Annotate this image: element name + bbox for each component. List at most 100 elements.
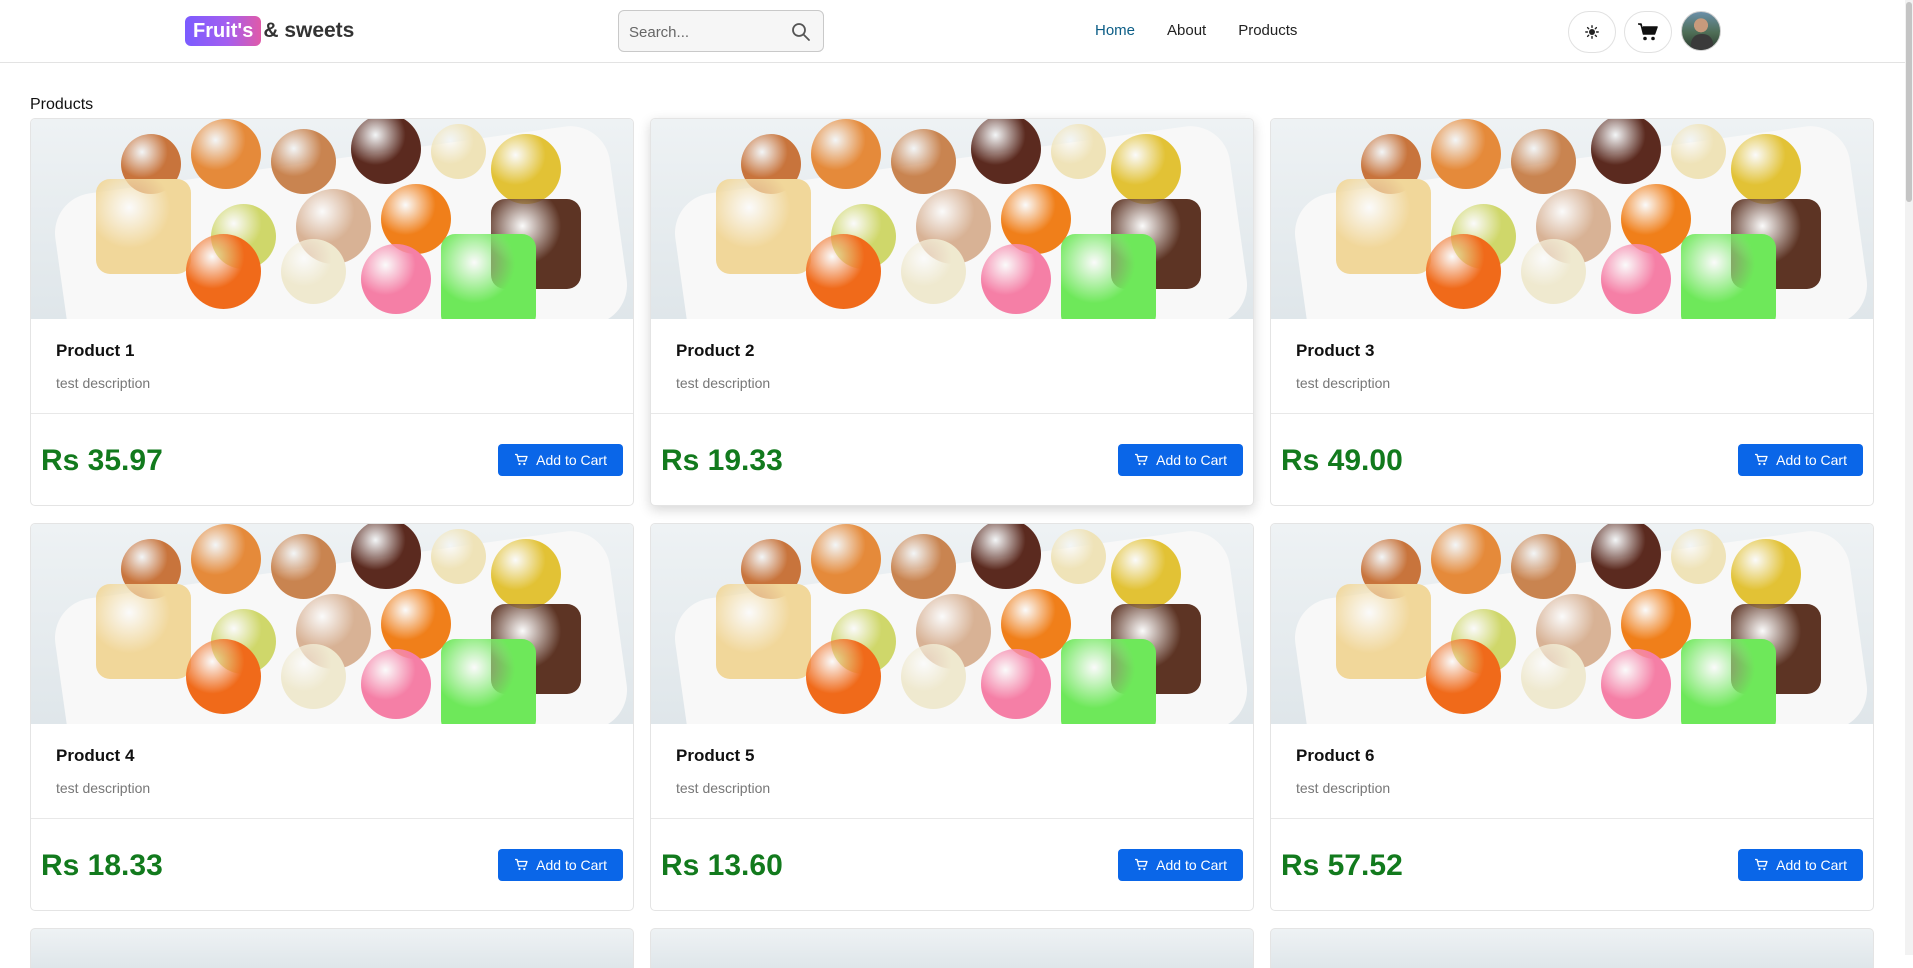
nav-about-link[interactable]: About [1167, 21, 1206, 41]
product-grid: Product 1 test description Rs 35.97 Add to … [30, 118, 1875, 911]
sweet-shape [716, 179, 811, 274]
sweet-shape [806, 639, 881, 714]
product-description: test description [56, 375, 151, 391]
cart-icon [1755, 453, 1768, 466]
search-icon[interactable] [791, 22, 811, 42]
sweet-shape [191, 524, 261, 594]
top-navbar: Fruit's & sweets Home About Products [0, 0, 1905, 63]
sweet-shape [191, 119, 261, 189]
sweet-shape [1681, 639, 1776, 724]
add-to-cart-label: Add to Cart [1776, 452, 1847, 468]
cart-icon [1135, 858, 1148, 871]
add-to-cart-label: Add to Cart [1776, 857, 1847, 873]
product-card[interactable]: Product 4 test description Rs 18.33 Add to … [30, 523, 634, 911]
sweet-shape [361, 244, 431, 314]
sun-icon [1585, 25, 1599, 39]
product-card[interactable]: Product 1 test description Rs 35.97 Add to … [30, 118, 634, 506]
product-card[interactable]: Product 2 test description Rs 19.33 Add to … [650, 118, 1254, 506]
add-to-cart-button[interactable]: Add to Cart [1118, 849, 1243, 881]
sweet-shape [811, 119, 881, 189]
sweet-shape [1521, 239, 1586, 304]
scrollbar-thumb[interactable] [1906, 2, 1912, 202]
sweet-shape [1431, 119, 1501, 189]
product-card-body: Product 2 test description [651, 319, 1253, 414]
nav-home-link[interactable]: Home [1095, 21, 1135, 41]
sweet-shape [1601, 244, 1671, 314]
sweet-shape [981, 649, 1051, 719]
product-card[interactable]: Product 3 test description Rs 49.00 Add to … [1270, 118, 1874, 506]
section-title: Products [30, 96, 94, 113]
product-card-body: Product 5 test description [651, 724, 1253, 819]
sweet-shape [1511, 534, 1576, 599]
product-card-image-partial [30, 928, 634, 968]
sweet-shape [1111, 539, 1181, 609]
product-price: Rs 13.60 [661, 849, 783, 882]
sweet-shape [491, 134, 561, 204]
sweet-shape [811, 524, 881, 594]
product-card-footer: Rs 57.52 Add to Cart [1271, 819, 1873, 910]
search-input[interactable] [629, 21, 789, 43]
product-card-footer: Rs 19.33 Add to Cart [651, 414, 1253, 505]
sweet-shape [891, 129, 956, 194]
product-image [651, 524, 1253, 724]
sweet-shape [1336, 179, 1431, 274]
sweet-shape [901, 239, 966, 304]
sweet-shape [431, 529, 486, 584]
cart-icon [515, 858, 528, 871]
theme-toggle-button[interactable] [1568, 11, 1616, 53]
nav-products-link[interactable]: Products [1238, 21, 1297, 41]
product-title: Product 4 [56, 746, 135, 765]
sweet-shape [271, 534, 336, 599]
add-to-cart-label: Add to Cart [1156, 452, 1227, 468]
sweet-shape [1336, 584, 1431, 679]
add-to-cart-button[interactable]: Add to Cart [1738, 444, 1863, 476]
add-to-cart-button[interactable]: Add to Cart [1738, 849, 1863, 881]
cart-button[interactable] [1624, 11, 1672, 53]
product-card-footer: Rs 18.33 Add to Cart [31, 819, 633, 910]
cart-icon [1755, 858, 1768, 871]
sweet-shape [1061, 639, 1156, 724]
add-to-cart-button[interactable]: Add to Cart [498, 849, 623, 881]
search-box [618, 10, 824, 52]
add-to-cart-label: Add to Cart [536, 857, 607, 873]
product-price: Rs 57.52 [1281, 849, 1403, 882]
product-price: Rs 19.33 [661, 444, 783, 477]
product-price: Rs 18.33 [41, 849, 163, 882]
sweet-shape [1051, 529, 1106, 584]
sweet-shape [1111, 134, 1181, 204]
product-description: test description [1296, 780, 1391, 796]
sweet-shape [491, 539, 561, 609]
product-description: test description [56, 780, 151, 796]
add-to-cart-button[interactable]: Add to Cart [1118, 444, 1243, 476]
sweet-shape [281, 644, 346, 709]
product-card[interactable]: Product 5 test description Rs 13.60 Add to … [650, 523, 1254, 911]
sweet-shape [1731, 539, 1801, 609]
product-card-footer: Rs 13.60 Add to Cart [651, 819, 1253, 910]
product-card[interactable]: Product 6 test description Rs 57.52 Add to … [1270, 523, 1874, 911]
sweet-shape [981, 244, 1051, 314]
user-avatar[interactable] [1681, 11, 1721, 51]
product-card-image-partial [1270, 928, 1874, 968]
product-image [31, 119, 633, 319]
sweet-shape [1051, 124, 1106, 179]
product-image [1271, 524, 1873, 724]
product-title: Product 3 [1296, 341, 1375, 360]
product-title: Product 2 [676, 341, 755, 360]
product-description: test description [676, 780, 771, 796]
sweet-shape [891, 534, 956, 599]
brand-logo[interactable]: Fruit's & sweets [185, 15, 354, 47]
sweet-shape [281, 239, 346, 304]
sweet-shape [1426, 639, 1501, 714]
product-description: test description [1296, 375, 1391, 391]
sweet-shape [1521, 644, 1586, 709]
product-card-body: Product 6 test description [1271, 724, 1873, 819]
add-to-cart-button[interactable]: Add to Cart [498, 444, 623, 476]
product-grid-next-row [30, 928, 1875, 968]
sweet-shape [1601, 649, 1671, 719]
product-image [1271, 119, 1873, 319]
product-card-footer: Rs 35.97 Add to Cart [31, 414, 633, 505]
sweet-shape [1681, 234, 1776, 319]
product-title: Product 1 [56, 341, 135, 360]
product-image [651, 119, 1253, 319]
product-title: Product 5 [676, 746, 755, 765]
